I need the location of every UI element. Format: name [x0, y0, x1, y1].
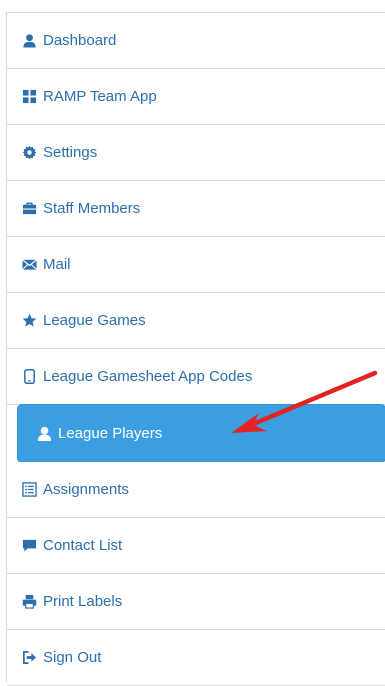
- menu-item-label: Sign Out: [43, 649, 102, 666]
- menu-item-label: Print Labels: [43, 593, 123, 610]
- menu-item-label: Assignments: [43, 481, 129, 498]
- sign-out-icon: [21, 650, 37, 666]
- menu-item-contact-list[interactable]: Contact List: [7, 518, 385, 574]
- gear-icon: [21, 145, 37, 161]
- menu-item-label: Dashboard: [43, 32, 117, 49]
- menu-item-label: Mail: [43, 256, 71, 273]
- user-icon: [36, 425, 52, 441]
- grid-icon: [21, 89, 37, 105]
- menu-item-label: Contact List: [43, 537, 123, 554]
- menu-item-league-gamesheet-app-codes[interactable]: League Gamesheet App Codes: [7, 349, 385, 405]
- menu-item-ramp-team-app[interactable]: RAMP Team App: [7, 69, 385, 125]
- comment-icon: [21, 538, 37, 554]
- menu-item-dashboard[interactable]: Dashboard: [7, 13, 385, 69]
- menu-item-label: RAMP Team App: [43, 88, 157, 105]
- menu-item-label: League Games: [43, 312, 146, 329]
- sidebar-menu: Dashboard RAMP Team App Settings Staff M…: [6, 12, 385, 686]
- user-icon: [21, 33, 37, 49]
- menu-item-staff-members[interactable]: Staff Members: [7, 181, 385, 237]
- phone-icon: [21, 369, 37, 385]
- menu-item-league-games[interactable]: League Games: [7, 293, 385, 349]
- menu-item-label: Settings: [43, 144, 98, 161]
- list-icon: [21, 482, 37, 498]
- menu-item-league-players[interactable]: League Players: [18, 405, 385, 462]
- briefcase-icon: [21, 201, 37, 217]
- menu-item-label: Staff Members: [43, 200, 141, 217]
- menu-item-label: League Players: [58, 424, 163, 442]
- menu-item-sign-out[interactable]: Sign Out: [7, 630, 385, 686]
- menu-item-mail[interactable]: Mail: [7, 237, 385, 293]
- menu-item-label: League Gamesheet App Codes: [43, 368, 253, 385]
- envelope-icon: [21, 257, 37, 273]
- menu-item-settings[interactable]: Settings: [7, 125, 385, 181]
- menu-item-assignments[interactable]: Assignments: [7, 462, 385, 518]
- menu-item-print-labels[interactable]: Print Labels: [7, 574, 385, 630]
- star-icon: [21, 313, 37, 329]
- printer-icon: [21, 594, 37, 610]
